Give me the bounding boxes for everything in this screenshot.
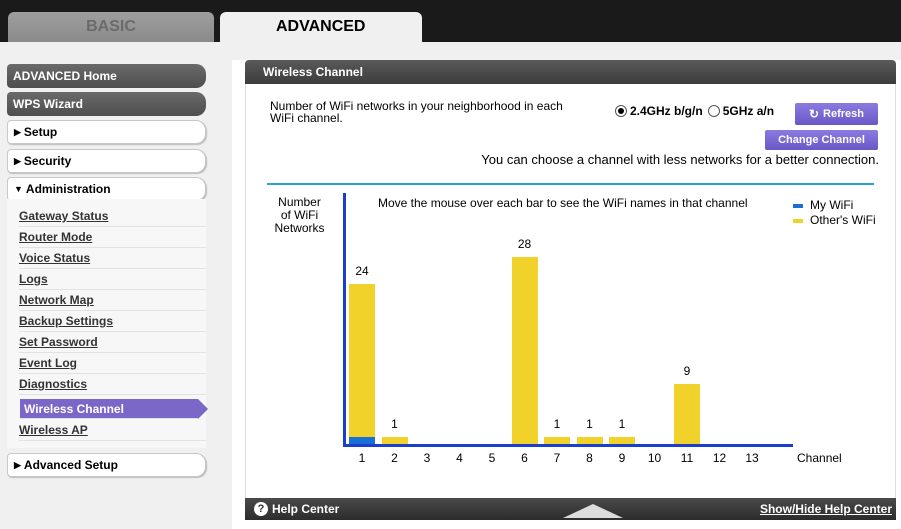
change-channel-button[interactable]: Change Channel	[765, 130, 878, 150]
triangle-down-icon: ▼	[14, 184, 23, 194]
nav-setup[interactable]: ▶ Setup	[7, 120, 206, 144]
help-icon: ?	[254, 502, 268, 516]
sublink-event-log[interactable]: Event Log	[19, 353, 206, 374]
channel-hint: You can choose a channel with less netwo…	[481, 152, 879, 167]
refresh-button[interactable]: ↻ Refresh	[795, 103, 878, 125]
nav-administration-label: Administration	[25, 182, 111, 196]
legend-my-wifi: My WiFi	[810, 198, 854, 212]
legend-swatch-my-wifi	[793, 204, 803, 208]
nav-advanced-home[interactable]: ADVANCED Home	[7, 64, 206, 88]
triangle-right-icon: ▶	[14, 459, 21, 470]
band-selector: 2.4GHz b/g/n 5GHz a/n	[615, 104, 774, 118]
nav-advanced-home-label: ADVANCED Home	[13, 69, 117, 83]
radio-24ghz-label: 2.4GHz b/g/n	[630, 104, 703, 118]
help-center-label[interactable]: Help Center	[272, 502, 339, 516]
sublink-network-map[interactable]: Network Map	[19, 290, 206, 311]
nav-security-label: Security	[23, 154, 72, 168]
legend-other-wifi: Other's WiFi	[810, 213, 876, 227]
chart-instruction: Move the mouse over each bar to see the …	[378, 196, 748, 210]
change-channel-label: Change Channel	[778, 134, 865, 146]
nav-advanced-setup-label: Advanced Setup	[23, 458, 118, 472]
chart-y-axis	[343, 193, 346, 447]
nav-security[interactable]: ▶ Security	[7, 149, 206, 173]
nav-setup-label: Setup	[23, 125, 58, 139]
bar-channel-9[interactable]	[609, 437, 635, 444]
triangle-right-icon: ▶	[14, 126, 21, 137]
bar-channel-6[interactable]	[511, 257, 538, 444]
refresh-icon: ↻	[808, 107, 820, 121]
radio-5ghz[interactable]	[707, 105, 720, 117]
nav-advanced-setup[interactable]: ▶ Advanced Setup	[7, 453, 206, 477]
radio-24ghz[interactable]	[615, 105, 627, 117]
legend-swatch-other-wifi	[793, 219, 803, 223]
sublink-gateway-status[interactable]: Gateway Status	[19, 206, 206, 227]
sublink-diagnostics[interactable]: Diagnostics	[19, 374, 206, 395]
bar-channel-2[interactable]	[381, 437, 408, 444]
sublink-voice-status[interactable]: Voice Status	[19, 248, 206, 269]
nav-wps-wizard[interactable]: WPS Wizard	[7, 92, 206, 116]
sublink-wireless-channel[interactable]: Wireless Channel	[20, 399, 208, 419]
triangle-right-icon: ▶	[14, 155, 21, 166]
sublink-set-password[interactable]: Set Password	[19, 332, 206, 353]
refresh-label: Refresh	[823, 108, 865, 120]
bar-channel-1[interactable]	[349, 283, 375, 444]
tab-basic[interactable]: BASIC	[8, 12, 214, 42]
chart-xlabel: Channel	[797, 451, 842, 465]
bar-channel-11[interactable]	[674, 383, 700, 444]
expand-arrow-icon[interactable]	[563, 504, 623, 518]
panel-title: Wireless Channel	[245, 60, 896, 84]
nav-wps-wizard-label: WPS Wizard	[13, 97, 83, 111]
sublink-backup-settings[interactable]: Backup Settings	[19, 311, 206, 332]
top-tab-bar: BASIC ADVANCED	[0, 0, 901, 42]
sublink-wireless-ap[interactable]: Wireless AP	[19, 420, 206, 441]
channel-description: Number of WiFi networks in your neighbor…	[270, 99, 563, 125]
show-hide-help-link[interactable]: Show/Hide Help Center	[760, 502, 892, 516]
help-footer: ? Help Center Show/Hide Help Center	[245, 498, 896, 520]
nav-administration[interactable]: ▼ Administration	[7, 177, 206, 201]
sublink-router-mode[interactable]: Router Mode	[19, 227, 206, 248]
tab-strip	[0, 42, 901, 60]
left-nav: ADVANCED Home WPS Wizard ▶ Setup ▶ Securit…	[0, 60, 232, 529]
radio-5ghz-label: 5GHz a/n	[722, 104, 775, 118]
panel-title-text: Wireless Channel	[263, 65, 363, 79]
tab-advanced[interactable]: ADVANCED	[220, 12, 422, 42]
chart-x-axis	[343, 444, 793, 447]
separator-line	[267, 183, 874, 185]
chart-ylabel: Number of WiFi Networks	[274, 195, 325, 235]
sublink-logs[interactable]: Logs	[19, 269, 206, 290]
bar-channel-8[interactable]	[576, 437, 603, 444]
bar-channel-7[interactable]	[544, 437, 570, 444]
